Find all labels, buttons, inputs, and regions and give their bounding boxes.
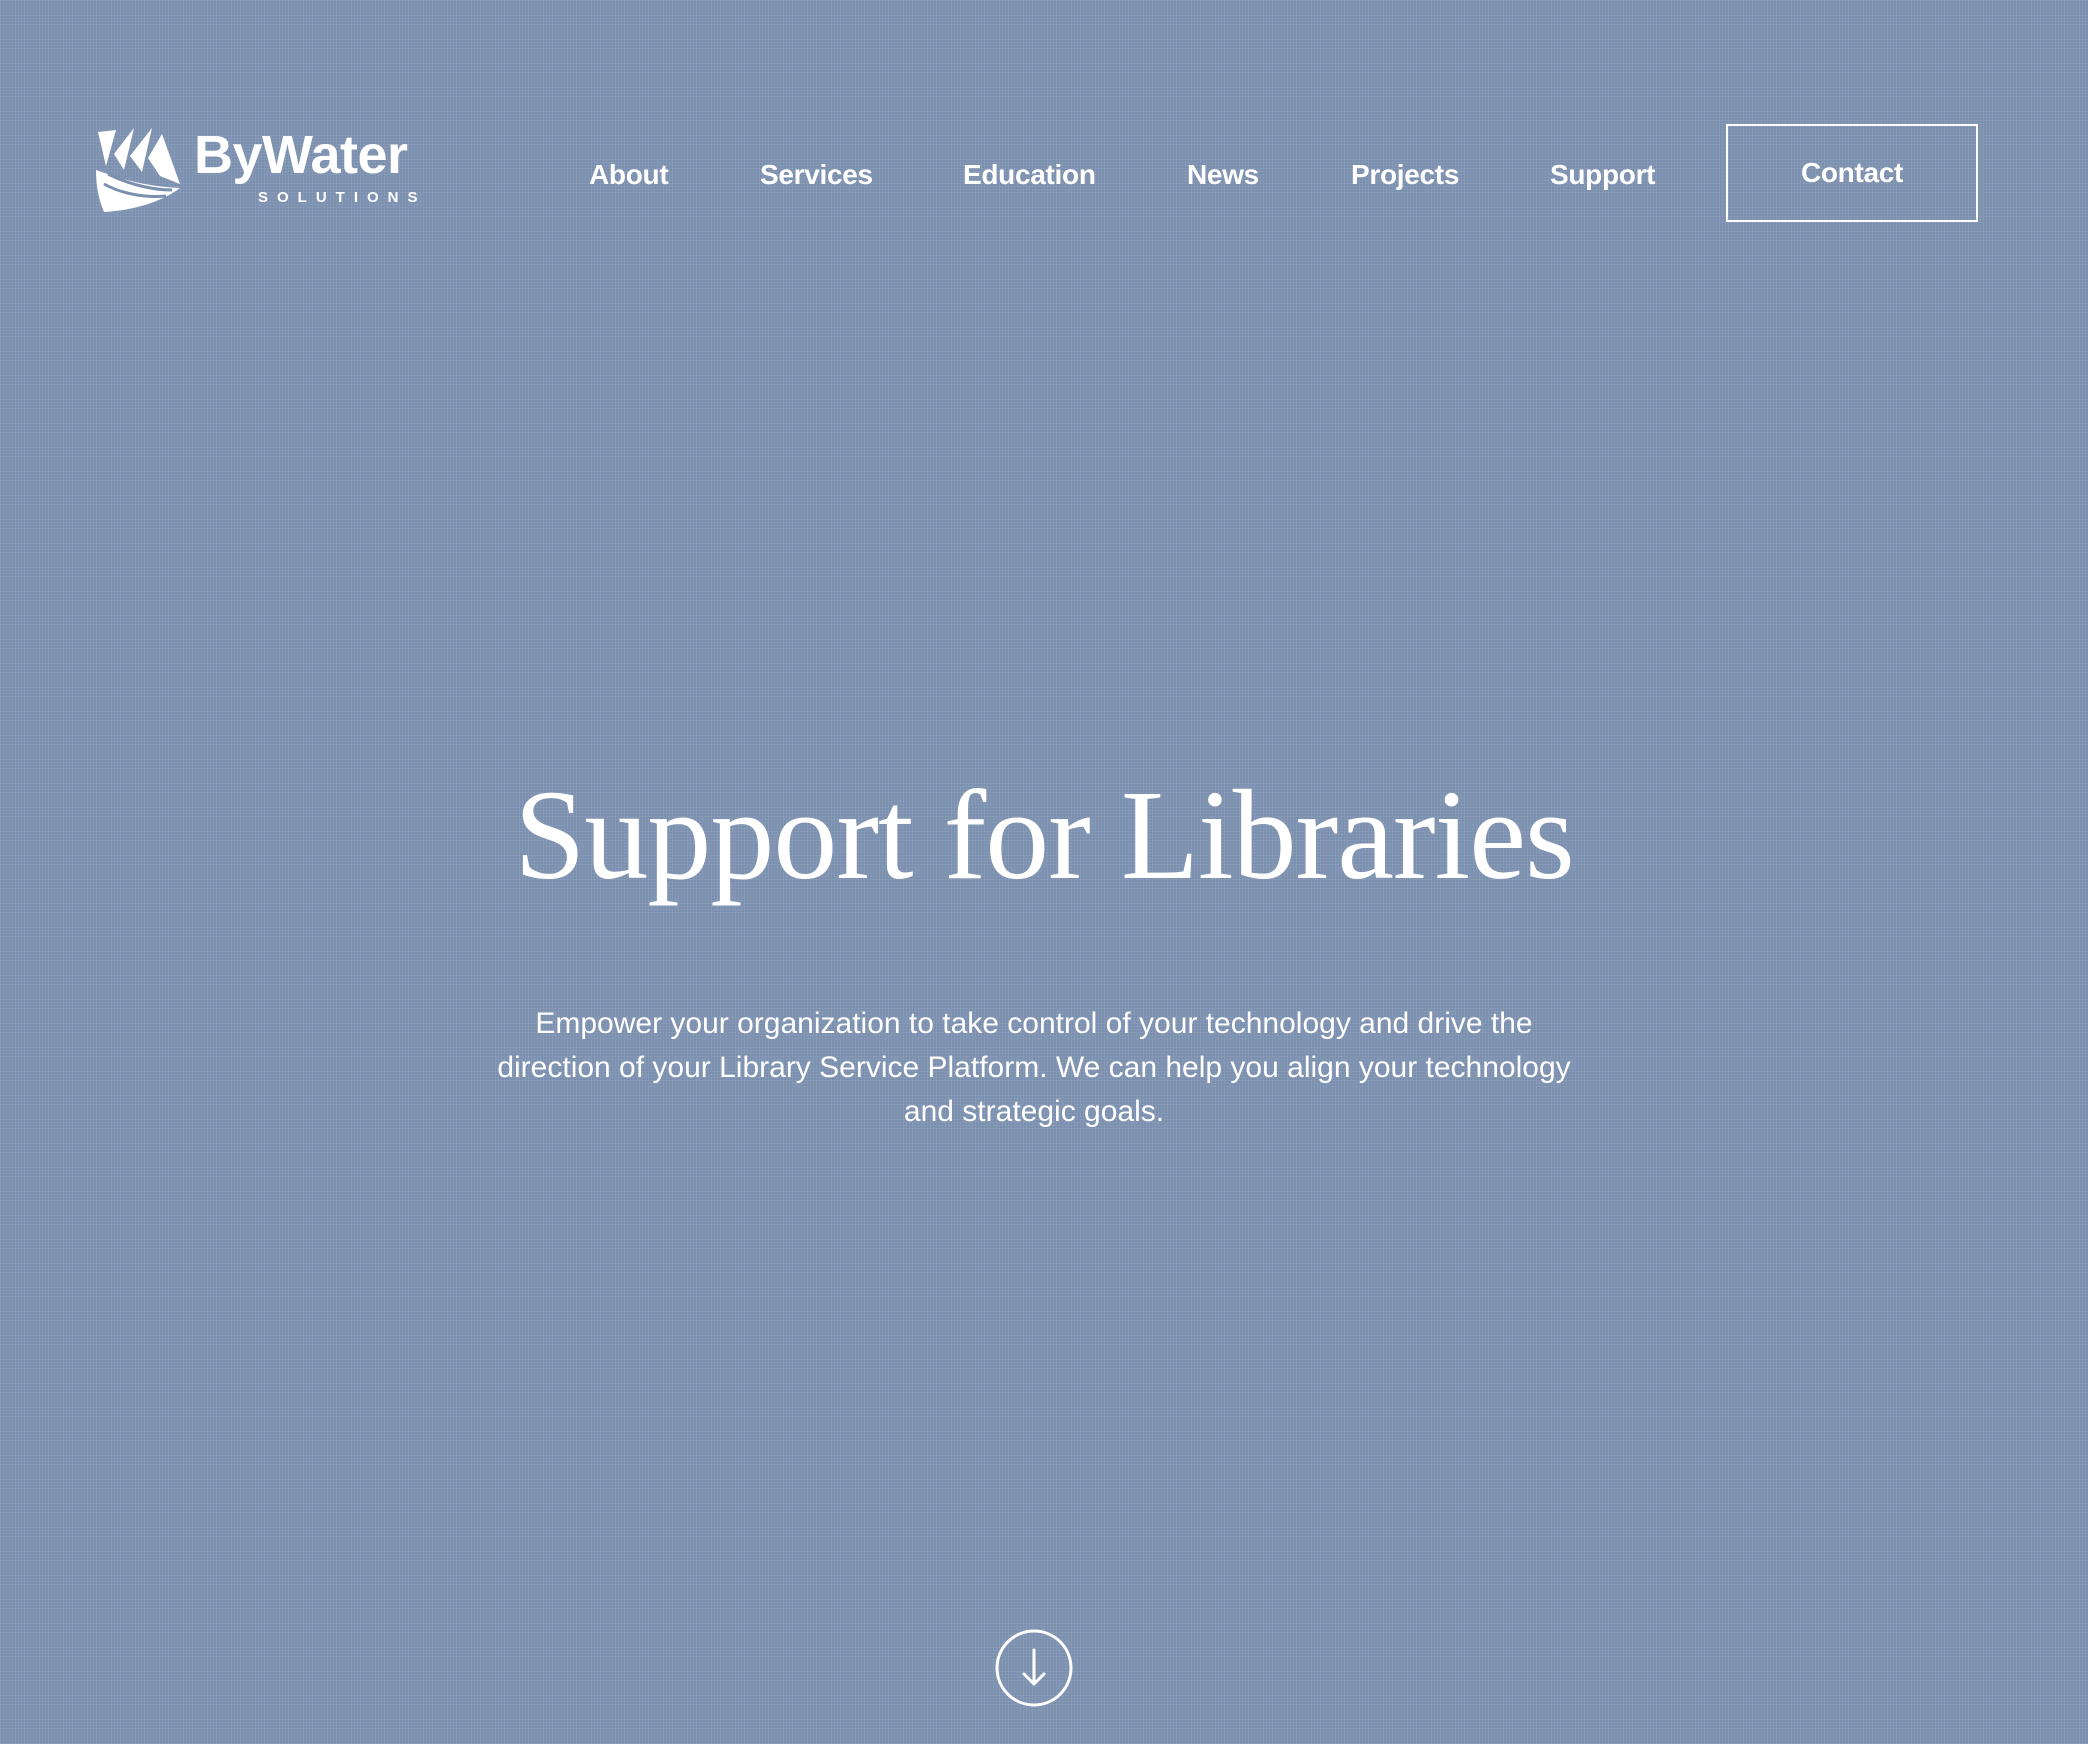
nav-item-services[interactable]: Services — [760, 155, 873, 195]
hero-title: Support for Libraries — [514, 764, 1575, 906]
nav-item-projects[interactable]: Projects — [1351, 155, 1459, 195]
arrow-down-circle-icon — [995, 1629, 1073, 1707]
nav-item-support[interactable]: Support — [1550, 155, 1656, 195]
nav-item-education[interactable]: Education — [963, 155, 1096, 195]
main-nav: About Services Education News Projects S… — [0, 0, 2088, 260]
site-header: ByWater SOLUTIONS About Services Educati… — [0, 0, 2088, 260]
nav-item-news[interactable]: News — [1187, 155, 1259, 195]
scroll-down-button[interactable] — [994, 1628, 1074, 1708]
hero-description: Empower your organization to take contro… — [497, 1007, 1571, 1128]
contact-button[interactable]: Contact — [1726, 124, 1978, 222]
nav-item-about[interactable]: About — [589, 155, 669, 195]
